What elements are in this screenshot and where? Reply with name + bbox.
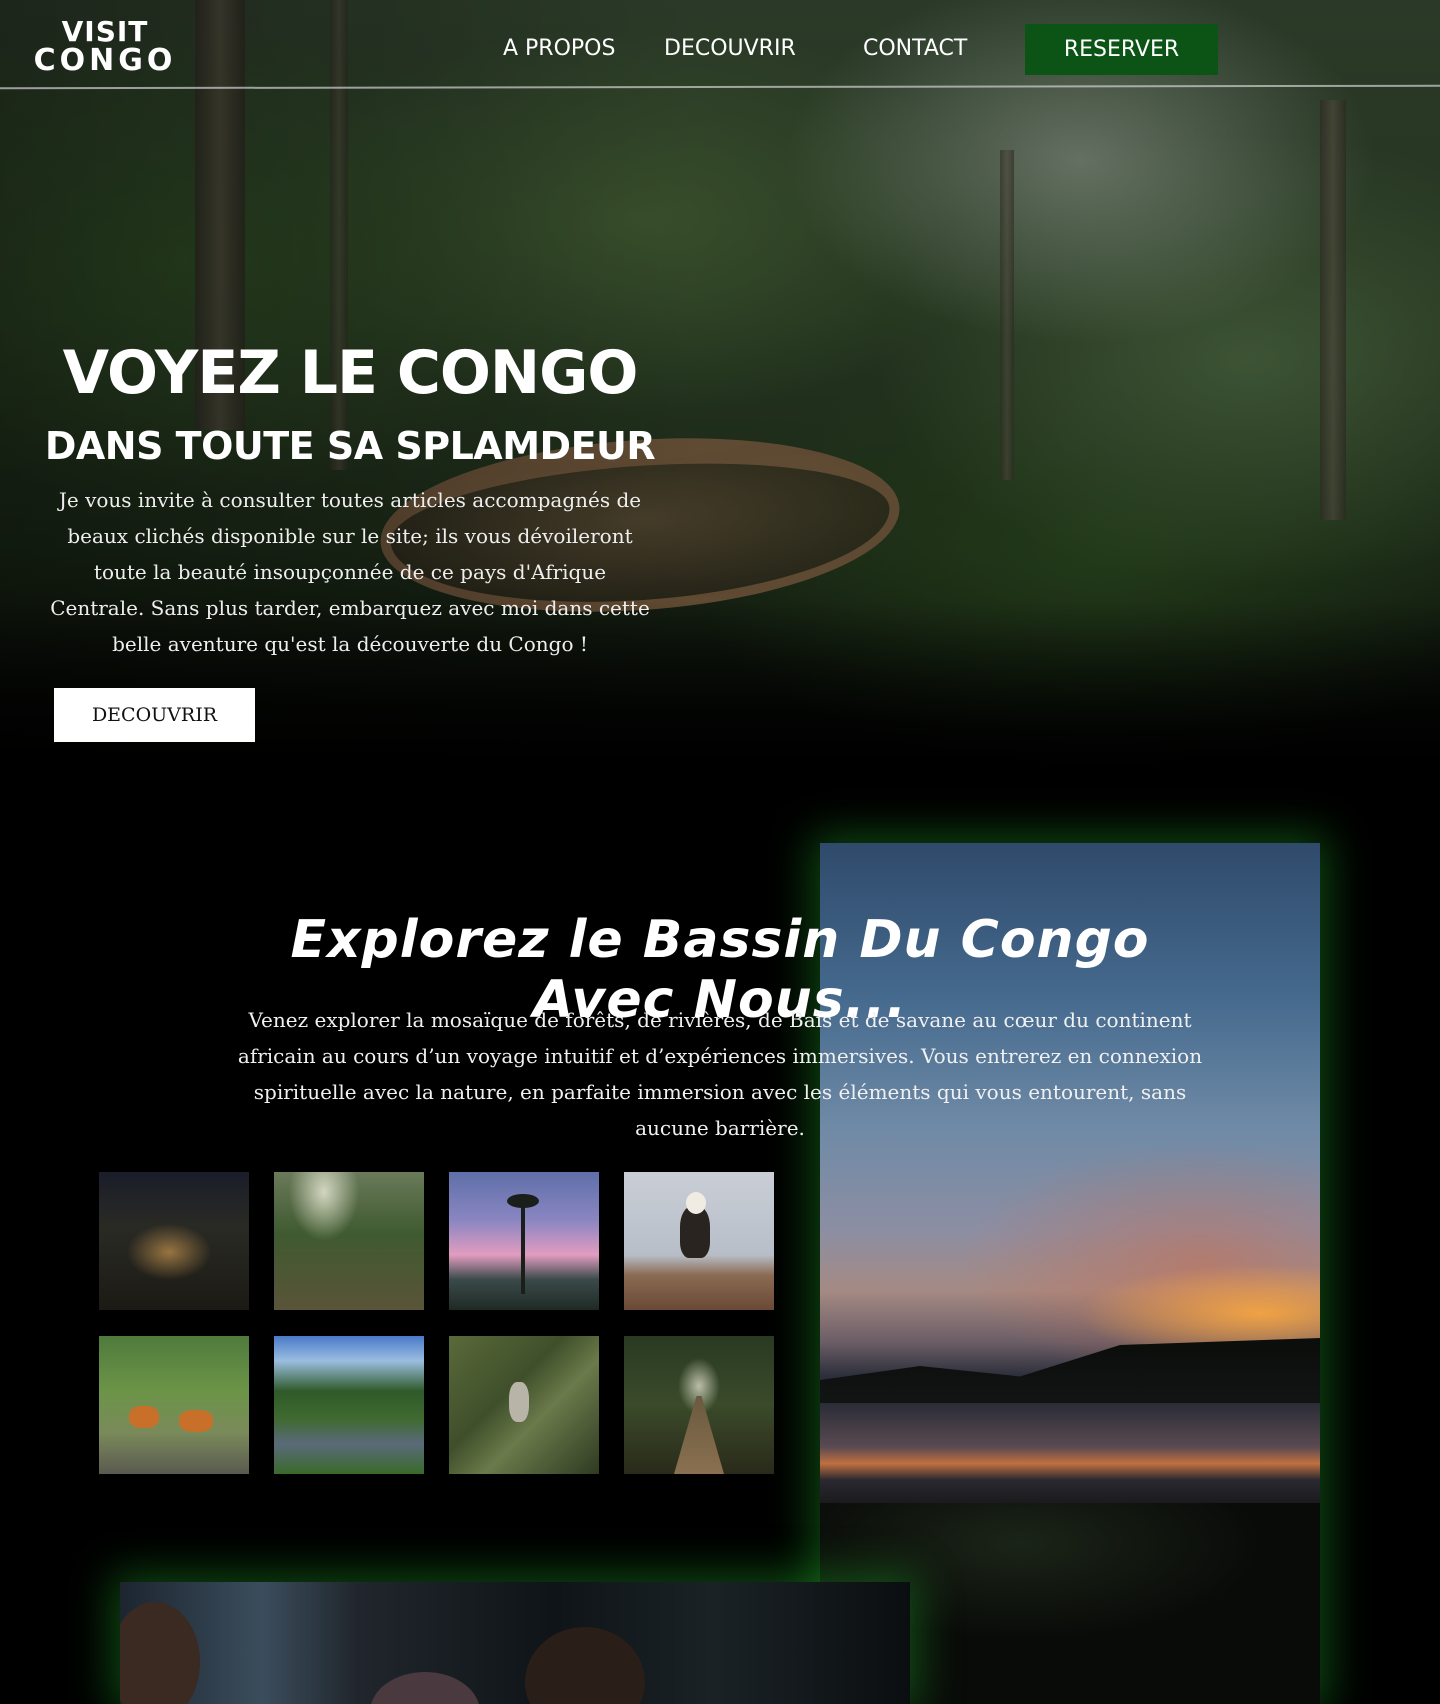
site-logo[interactable]: VISIT CONGO (30, 18, 180, 76)
gallery-item-forest-stream[interactable] (274, 1336, 424, 1474)
gallery-item-treehouse-night[interactable] (99, 1172, 249, 1310)
logo-top-text: VISIT (61, 15, 149, 48)
nav-link-contact[interactable]: CONTACT (863, 36, 967, 61)
people-photo (120, 1582, 910, 1704)
discover-button[interactable]: DECOUVRIR (54, 688, 255, 742)
explore-description: Venez explorer la mosaïque de forêts, de… (237, 1008, 1203, 1140)
hero-subtitle: DANS TOUTE SA SPLAMDEUR (44, 424, 656, 468)
gallery-item-tree-sunset[interactable] (449, 1172, 599, 1310)
nav-link-a-propos[interactable]: A PROPOS (503, 36, 615, 61)
gallery-item-mossy-tree[interactable] (449, 1336, 599, 1474)
logo-bottom-text: CONGO (33, 43, 177, 78)
hero-description: Je vous invite à consulter toutes articl… (50, 488, 650, 656)
reserve-button[interactable]: RESERVER (1025, 24, 1218, 75)
gallery-item-wooden-walkway[interactable] (624, 1336, 774, 1474)
hero-title: VOYEZ LE CONGO (62, 338, 639, 408)
gallery-item-eagle[interactable] (624, 1172, 774, 1310)
gallery-item-antelopes[interactable] (99, 1336, 249, 1474)
nav-link-decouvrir[interactable]: DECOUVRIR (664, 36, 796, 61)
gallery-item-forest-hikers[interactable] (274, 1172, 424, 1310)
